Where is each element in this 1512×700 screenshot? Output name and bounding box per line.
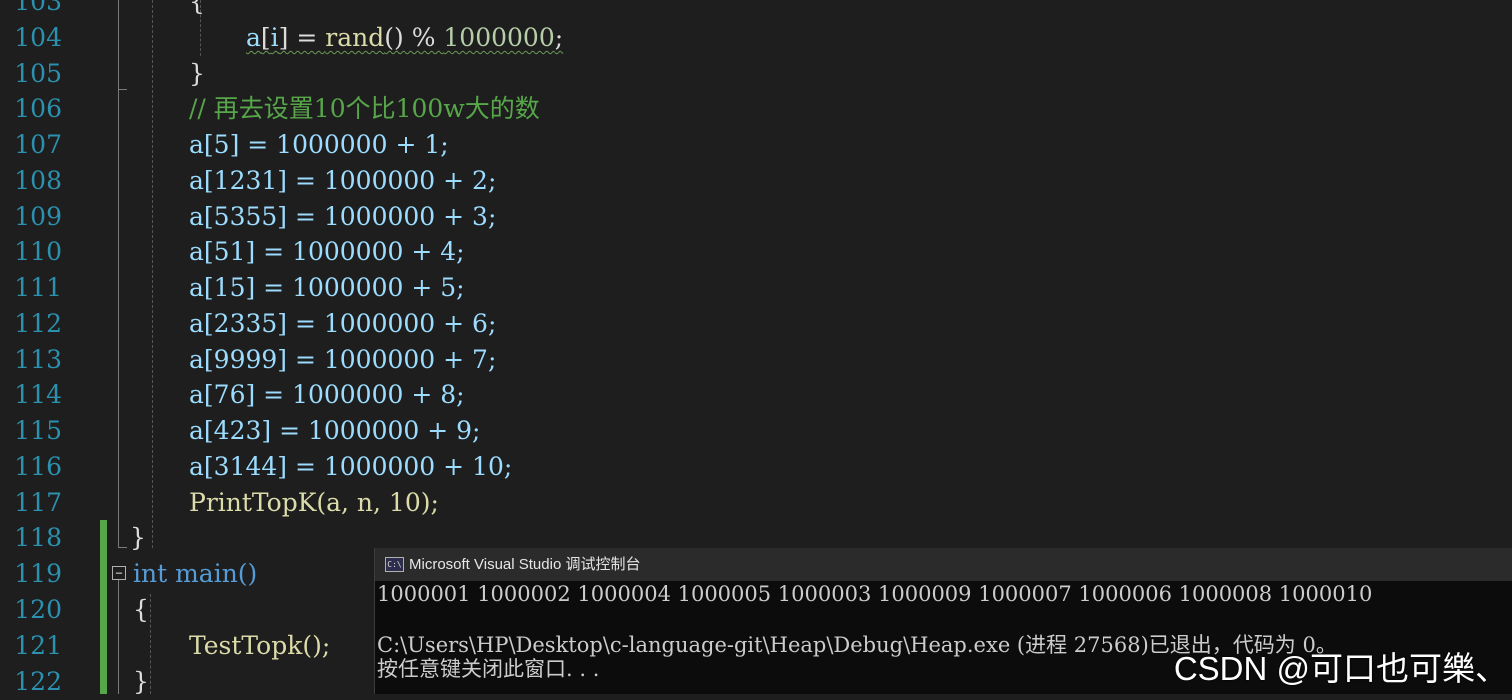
- code-text: PrintTopK(a, n, 10);: [189, 488, 439, 517]
- line-number: 106: [14, 94, 62, 123]
- code-line: 117 PrintTopK(a, n, 10);: [0, 485, 1512, 521]
- code-line: 104 a[i] = rand() % 1000000;: [0, 20, 1512, 56]
- code-line: 110 a[51] = 1000000 + 4;: [0, 234, 1512, 270]
- line-number: 120: [14, 595, 62, 624]
- line-number: 116: [14, 452, 62, 481]
- code-text: a[423] = 1000000 + 9;: [189, 416, 481, 445]
- console-prompt-line: 按任意键关闭此窗口. . .: [377, 657, 600, 681]
- code-line: 115 a[423] = 1000000 + 9;: [0, 413, 1512, 449]
- line-number: 121: [14, 631, 62, 660]
- code-text: a[51] = 1000000 + 4;: [189, 237, 465, 266]
- code-text: a[5] = 1000000 + 1;: [189, 130, 449, 159]
- code-text: TestTopk();: [189, 631, 331, 660]
- line-number: 114: [14, 380, 62, 409]
- code-text: a[76] = 1000000 + 8;: [189, 380, 465, 409]
- line-number: 113: [14, 345, 62, 374]
- line-number: 115: [14, 416, 62, 445]
- code-text: }: [130, 523, 146, 552]
- line-number: 110: [14, 237, 62, 266]
- code-line: 109 a[5355] = 1000000 + 3;: [0, 199, 1512, 235]
- code-text: }: [189, 59, 205, 88]
- line-number: 104: [14, 23, 62, 52]
- line-number: 103: [14, 0, 62, 16]
- code-text: a[5355] = 1000000 + 3;: [189, 202, 497, 231]
- line-number: 118: [14, 523, 62, 552]
- line-number: 105: [14, 59, 62, 88]
- code-text: {: [133, 595, 149, 624]
- console-title: Microsoft Visual Studio 调试控制台: [409, 556, 641, 573]
- code-line: 116 a[3144] = 1000000 + 10;: [0, 449, 1512, 485]
- code-line: 105 }: [0, 56, 1512, 92]
- code-line: 114 a[76] = 1000000 + 8;: [0, 377, 1512, 413]
- code-line: 113 a[9999] = 1000000 + 7;: [0, 342, 1512, 378]
- line-number: 111: [14, 273, 62, 302]
- code-comment: // 再去设置10个比100w大的数: [189, 94, 540, 123]
- code-text: a[9999] = 1000000 + 7;: [189, 345, 497, 374]
- console-titlebar[interactable]: C:\ Microsoft Visual Studio 调试控制台: [375, 548, 1512, 581]
- code-line: 112 a[2335] = 1000000 + 6;: [0, 306, 1512, 342]
- code-text-warning: a[i] = rand() % 1000000;: [246, 23, 564, 52]
- line-number: 122: [14, 667, 62, 696]
- line-number: 119: [14, 559, 62, 588]
- code-line: 111 a[15] = 1000000 + 5;: [0, 270, 1512, 306]
- code-text: a[1231] = 1000000 + 2;: [189, 166, 497, 195]
- code-text: a[3144] = 1000000 + 10;: [189, 452, 513, 481]
- line-number: 108: [14, 166, 62, 195]
- console-output-line: 1000001 1000002 1000004 1000005 1000003 …: [377, 582, 1373, 606]
- console-app-icon: C:\: [385, 557, 404, 572]
- code-text: {: [189, 0, 205, 16]
- code-text: a[2335] = 1000000 + 6;: [189, 309, 497, 338]
- line-number: 107: [14, 130, 62, 159]
- code-text: a[15] = 1000000 + 5;: [189, 273, 465, 302]
- watermark: CSDN @可口也可樂、: [1173, 650, 1508, 687]
- code-line: 108 a[1231] = 1000000 + 2;: [0, 163, 1512, 199]
- line-number: 112: [14, 309, 62, 338]
- code-text: }: [133, 667, 149, 696]
- line-number: 117: [14, 488, 62, 517]
- code-line: 107 a[5] = 1000000 + 1;: [0, 127, 1512, 163]
- code-text: int main(): [133, 559, 258, 588]
- code-line: 103 {: [0, 0, 1512, 20]
- code-line: 106 // 再去设置10个比100w大的数: [0, 91, 1512, 127]
- line-number: 109: [14, 202, 62, 231]
